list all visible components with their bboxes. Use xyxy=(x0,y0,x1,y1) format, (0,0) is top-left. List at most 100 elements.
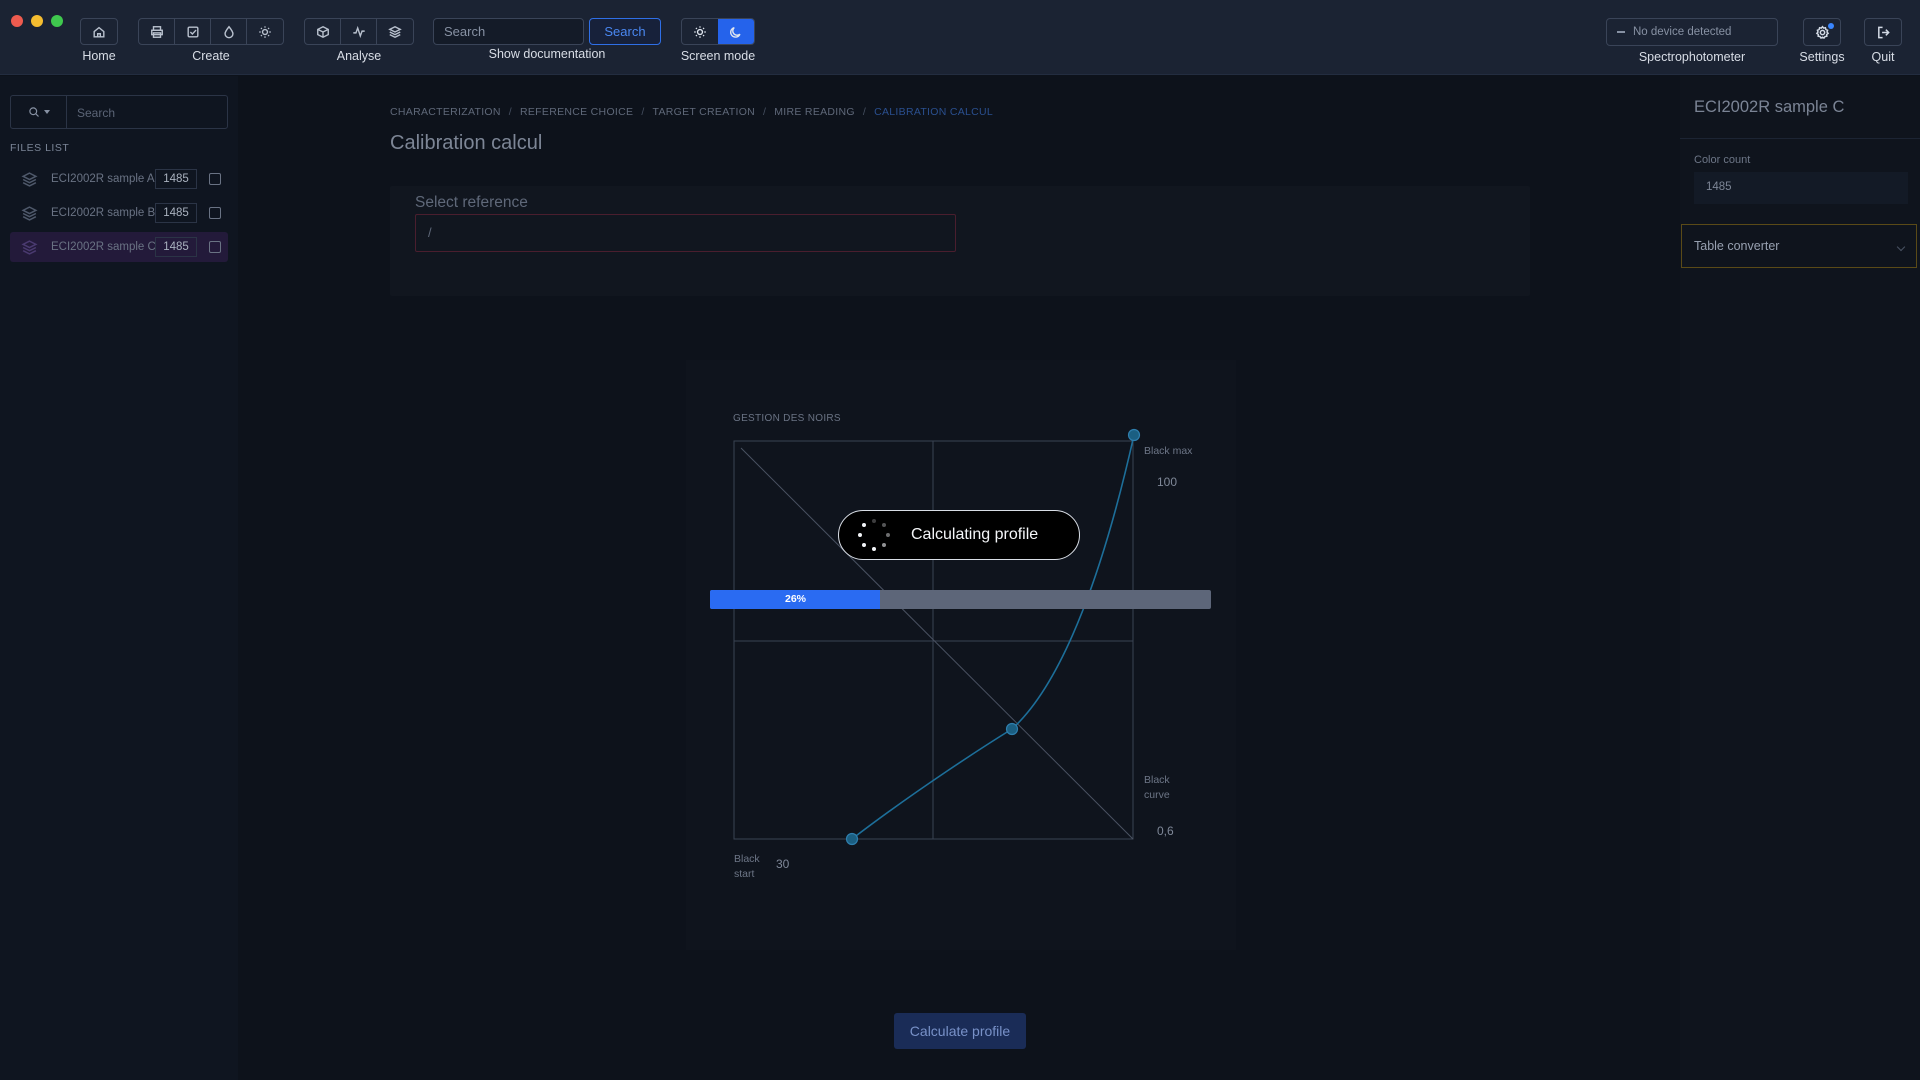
analyse-label: Analyse xyxy=(336,49,382,63)
black-curve-value: 0,6 xyxy=(1157,824,1174,838)
print-button[interactable] xyxy=(139,19,175,44)
page-title: Calibration calcul xyxy=(390,132,543,154)
black-management-chart: GESTION DES NOIRS Black max 100 Black cu… xyxy=(686,360,1236,950)
black-start-handle[interactable] xyxy=(845,832,859,846)
create-label: Create xyxy=(192,49,230,63)
file-count: 1485 xyxy=(155,169,197,189)
gamut-button[interactable] xyxy=(305,19,341,44)
droplet-icon xyxy=(223,25,234,38)
loading-spinner-icon xyxy=(857,518,891,552)
file-name: ECI2002R sample C xyxy=(51,241,156,253)
dark-mode-button[interactable] xyxy=(718,19,754,44)
color-count-label: Color count xyxy=(1694,154,1751,166)
spectrophotometer-label: Spectrophotometer xyxy=(1638,50,1746,64)
file-count: 1485 xyxy=(155,203,197,223)
reference-card: Select reference / xyxy=(390,186,1530,296)
screen-mode-label: Screen mode xyxy=(680,49,756,63)
file-details-panel: ECI2002R sample C Color count 1485 Table… xyxy=(1680,76,1920,1080)
black-start-value: 30 xyxy=(776,857,790,871)
file-checkbox[interactable] xyxy=(209,207,221,219)
files-list-label: FILES LIST xyxy=(10,142,70,154)
main-content: CHARACTERIZATION / REFERENCE CHOICE / TA… xyxy=(238,76,1680,1080)
file-checkbox[interactable] xyxy=(209,241,221,253)
file-row-selected[interactable]: ECI2002R sample C 1485 xyxy=(10,232,228,262)
calculating-profile-text: Calculating profile xyxy=(911,526,1039,543)
selected-file-title: ECI2002R sample C xyxy=(1694,98,1845,116)
breadcrumb: CHARACTERIZATION / REFERENCE CHOICE / TA… xyxy=(390,106,993,118)
file-row[interactable]: ECI2002R sample B 1485 xyxy=(10,198,228,228)
layers-icon xyxy=(388,25,402,38)
sun-icon xyxy=(259,25,271,38)
logout-icon xyxy=(1877,26,1890,38)
home-label: Home xyxy=(82,49,116,63)
files-search: Search xyxy=(10,95,228,129)
layers-icon xyxy=(21,239,38,256)
file-name: ECI2002R sample B xyxy=(51,207,156,219)
docs-search-button[interactable]: Search xyxy=(589,18,661,45)
breadcrumb-separator: / xyxy=(641,106,645,118)
show-documentation-label[interactable]: Show documentation xyxy=(433,47,661,61)
black-start-label-1: Black xyxy=(734,853,760,865)
layers-icon xyxy=(21,171,38,188)
window-maximize-button[interactable] xyxy=(51,15,63,27)
breadcrumb-mire-reading[interactable]: MIRE READING xyxy=(774,106,855,118)
breadcrumb-reference-choice[interactable]: REFERENCE CHOICE xyxy=(520,106,633,118)
black-curve-label-1: Black xyxy=(1144,774,1170,786)
breadcrumb-target-creation[interactable]: TARGET CREATION xyxy=(653,106,756,118)
black-max-handle[interactable] xyxy=(1127,428,1141,442)
file-checkbox[interactable] xyxy=(209,173,221,185)
black-curve-line xyxy=(851,434,1135,840)
checkbox-icon xyxy=(186,25,199,38)
layers-button[interactable] xyxy=(377,19,413,44)
chart-diagonal xyxy=(740,447,1134,840)
curve-button[interactable] xyxy=(341,19,377,44)
files-search-input[interactable]: Search xyxy=(67,96,125,128)
black-max-value: 100 xyxy=(1157,475,1178,489)
reference-input[interactable]: / xyxy=(415,214,956,252)
light-button[interactable] xyxy=(247,19,283,44)
analyse-group xyxy=(304,18,414,45)
file-count: 1485 xyxy=(155,237,197,257)
color-count-value: 1485 xyxy=(1694,172,1908,204)
moon-icon xyxy=(730,26,741,38)
settings-button[interactable] xyxy=(1803,18,1841,46)
window-minimize-button[interactable] xyxy=(31,15,43,27)
settings-label: Settings xyxy=(1799,50,1845,64)
black-max-label: Black max xyxy=(1144,445,1193,457)
breadcrumb-calibration-calcul: CALIBRATION CALCUL xyxy=(874,106,994,118)
panel-divider xyxy=(1680,138,1920,139)
breadcrumb-separator: / xyxy=(763,106,767,118)
home-group xyxy=(80,18,118,45)
table-converter-select[interactable]: Table converter xyxy=(1681,224,1917,268)
top-toolbar: Home Create Analyse Search Search Show d… xyxy=(0,0,1920,75)
quit-label: Quit xyxy=(1871,50,1895,64)
chevron-down-icon xyxy=(1896,242,1906,252)
breadcrumb-separator: / xyxy=(508,106,512,118)
screen-mode-toggle xyxy=(681,18,755,45)
check-button[interactable] xyxy=(175,19,211,44)
create-group xyxy=(138,18,284,45)
quit-button[interactable] xyxy=(1864,18,1902,46)
layers-icon xyxy=(21,205,38,222)
home-icon xyxy=(93,26,105,38)
device-status-field[interactable]: No device detected xyxy=(1606,18,1778,46)
device-status-text: No device detected xyxy=(1633,26,1732,38)
breadcrumb-characterization[interactable]: CHARACTERIZATION xyxy=(390,106,501,118)
calculating-profile-overlay: Calculating profile xyxy=(838,510,1080,560)
pulse-icon xyxy=(352,25,365,38)
window-close-button[interactable] xyxy=(11,15,23,27)
files-sidebar: Search FILES LIST ECI2002R sample A 1485… xyxy=(0,76,238,1080)
search-filter-dropdown[interactable] xyxy=(11,96,67,128)
file-row[interactable]: ECI2002R sample A 1485 xyxy=(10,164,228,194)
table-converter-label: Table converter xyxy=(1694,239,1780,253)
light-mode-button[interactable] xyxy=(682,19,718,44)
cube-icon xyxy=(316,25,329,38)
progress-percent-label: 26% xyxy=(785,593,807,605)
search-icon xyxy=(28,107,39,117)
home-button[interactable] xyxy=(81,19,117,44)
ink-button[interactable] xyxy=(211,19,247,44)
black-curve-label-2: curve xyxy=(1144,789,1170,801)
black-curve-handle[interactable] xyxy=(1005,722,1019,736)
docs-search-input[interactable]: Search xyxy=(433,18,584,45)
calculate-profile-button[interactable]: Calculate profile xyxy=(894,1013,1026,1049)
